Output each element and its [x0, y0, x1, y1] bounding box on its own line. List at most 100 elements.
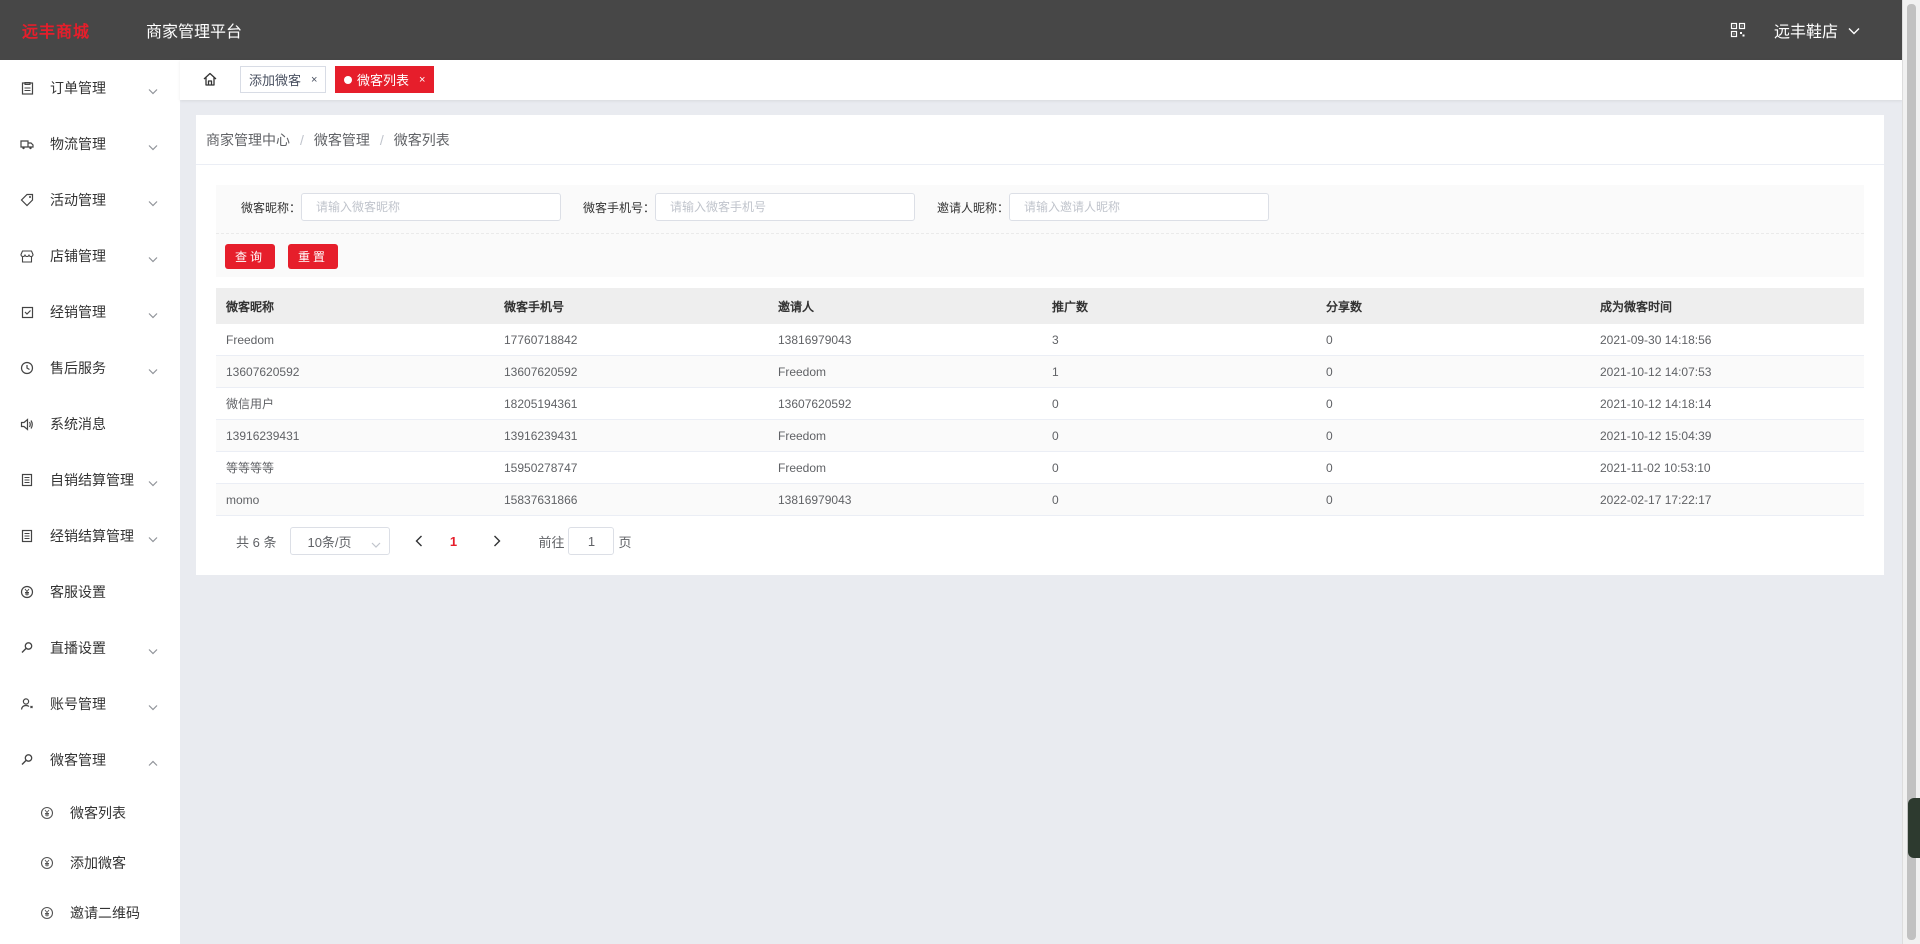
- sidebar-item-label: 账号管理: [50, 696, 106, 712]
- table-row[interactable]: 等等等等 15950278747 Freedom 0 0 2021-11-02 10:53…: [216, 452, 1864, 484]
- currency-icon: [40, 856, 54, 870]
- side-widget[interactable]: [1908, 798, 1920, 858]
- page-size-value: 10条/页: [307, 534, 352, 550]
- table-row[interactable]: momo 15837631866 13816979043 0 0 2022-02-17 1…: [216, 484, 1864, 516]
- sidebar-item[interactable]: 客服设置: [0, 564, 180, 620]
- column-header: 微客手机号: [504, 299, 565, 314]
- table-cell: 等等等等: [226, 461, 275, 475]
- page-scrollbar[interactable]: [1902, 0, 1920, 944]
- sidebar-subitem[interactable]: 邀请二维码: [0, 888, 180, 938]
- table-cell: Freedom: [778, 364, 827, 379]
- sidebar-subitem-label: 邀请二维码: [70, 905, 140, 921]
- table-cell: 2022-02-17 17:22:17: [1600, 492, 1712, 507]
- breadcrumb-separator: /: [300, 131, 304, 148]
- table-cell: 0: [1326, 492, 1333, 507]
- table-cell: 0: [1326, 428, 1333, 443]
- next-page-button[interactable]: [482, 527, 512, 555]
- table-cell: 2021-11-02 10:53:10: [1600, 460, 1711, 475]
- sidebar-item[interactable]: 微客管理: [0, 732, 180, 788]
- chevron-up-icon: [148, 755, 158, 770]
- tab-weike-list[interactable]: 微客列表 ×: [335, 66, 435, 93]
- sidebar-subitem-label: 微客列表: [70, 805, 126, 821]
- store-name-dropdown[interactable]: 远丰鞋店: [1774, 18, 1838, 42]
- table-row[interactable]: 13607620592 13607620592 Freedom 1 0 2021-10-1…: [216, 356, 1864, 388]
- sidebar-subitem[interactable]: 添加微客: [0, 838, 180, 888]
- sidebar-item-label: 活动管理: [50, 192, 106, 208]
- table-cell: 2021-09-30 14:18:56: [1600, 332, 1712, 347]
- sidebar-item[interactable]: 活动管理: [0, 172, 180, 228]
- clipboard-icon: [20, 81, 34, 95]
- column-header: 成为微客时间: [1600, 299, 1673, 314]
- page-number[interactable]: 1: [438, 534, 468, 549]
- table-header: 微客昵称 微客手机号 邀请人 推广数 分享数 成为微客时间: [216, 288, 1864, 324]
- inviter-label: 邀请人昵称：: [936, 200, 1009, 215]
- chevron-down-icon: [148, 83, 158, 98]
- sidebar-item[interactable]: 系统消息: [0, 396, 180, 452]
- nickname-input[interactable]: [301, 193, 561, 221]
- weike-table: 微客昵称 微客手机号 邀请人 推广数 分享数 成为微客时间 Freedom 177…: [216, 288, 1864, 516]
- table-cell: 0: [1052, 460, 1059, 475]
- sidebar-item[interactable]: 店铺管理: [0, 228, 180, 284]
- breadcrumb-item[interactable]: 微客管理: [314, 130, 370, 150]
- qrcode-icon[interactable]: [1730, 22, 1746, 38]
- table-cell: Freedom: [226, 332, 275, 347]
- table-row[interactable]: 13916239431 13916239431 Freedom 0 0 2021-10-1…: [216, 420, 1864, 452]
- search-panel: 微客昵称： 微客手机号： 邀请人昵称： 查询 重置: [216, 185, 1864, 277]
- sidebar-item[interactable]: 经销结算管理: [0, 508, 180, 564]
- table-row[interactable]: 微信用户 18205194361 13607620592 0 0 2021-10-12 1…: [216, 388, 1864, 420]
- pagination-total: 共 6 条: [236, 534, 277, 550]
- table-cell: 13916239431: [504, 428, 578, 443]
- chevron-down-icon: [148, 139, 158, 154]
- sidebar-item[interactable]: 自销结算管理: [0, 452, 180, 508]
- column-header: 分享数: [1326, 299, 1363, 314]
- sidebar-item[interactable]: 售后服务: [0, 340, 180, 396]
- sidebar-item[interactable]: 经销管理: [0, 284, 180, 340]
- tab-add-weike[interactable]: 添加微客 ×: [240, 66, 327, 93]
- page-size-select[interactable]: 10条/页: [290, 527, 391, 555]
- table-cell: 13916239431: [226, 428, 300, 443]
- tag-icon: [20, 193, 34, 207]
- table-cell: 0: [1052, 492, 1059, 507]
- chevron-down-icon[interactable]: [1848, 23, 1860, 38]
- divider: [216, 233, 1864, 234]
- sidebar-item-label: 经销结算管理: [50, 528, 134, 544]
- sidebar-item[interactable]: 物流管理: [0, 116, 180, 172]
- ledger-icon: [20, 473, 34, 487]
- user-icon: [20, 697, 34, 711]
- nickname-label: 微客昵称：: [240, 200, 301, 215]
- sidebar-subitem[interactable]: 微客列表: [0, 788, 180, 838]
- inviter-input[interactable]: [1009, 193, 1269, 221]
- chevron-down-icon: [148, 251, 158, 266]
- table-cell: 17760718842: [504, 332, 578, 347]
- breadcrumb-item: 微客列表: [393, 131, 450, 148]
- column-header: 推广数: [1052, 299, 1089, 314]
- reset-button[interactable]: 重置: [288, 244, 338, 269]
- brand-logo[interactable]: 远丰商城: [22, 18, 122, 42]
- sidebar-item-label: 直播设置: [50, 640, 106, 656]
- tab-label: 添加微客: [249, 73, 302, 88]
- table-cell: 2021-10-12 14:18:14: [1600, 396, 1712, 411]
- home-icon[interactable]: [198, 67, 222, 91]
- prev-page-button[interactable]: [404, 527, 434, 555]
- table-cell: 18205194361: [504, 396, 578, 411]
- phone-input[interactable]: [655, 193, 915, 221]
- sidebar-subitem-label: 添加微客: [70, 855, 126, 871]
- table-cell: 15950278747: [504, 460, 578, 475]
- speaker-icon: [20, 417, 34, 431]
- table-cell: 0: [1326, 396, 1333, 411]
- query-button[interactable]: 查询: [225, 244, 275, 269]
- sidebar-item-label: 客服设置: [50, 584, 106, 600]
- sidebar-item[interactable]: 直播设置: [0, 620, 180, 676]
- table-row[interactable]: Freedom 17760718842 13816979043 3 0 2021-09-3…: [216, 324, 1864, 356]
- sidebar-item-label: 订单管理: [50, 80, 106, 96]
- close-icon[interactable]: ×: [419, 74, 425, 86]
- goto-page-input[interactable]: [568, 527, 615, 555]
- chevron-down-icon: [148, 643, 158, 658]
- close-icon[interactable]: ×: [311, 74, 317, 86]
- breadcrumb-item[interactable]: 商家管理中心: [206, 130, 290, 150]
- sidebar-item[interactable]: 账号管理: [0, 676, 180, 732]
- sidebar-item[interactable]: 订单管理: [0, 60, 180, 116]
- chevron-down-icon: [148, 307, 158, 322]
- chevron-down-icon: [148, 699, 158, 714]
- search-fields: 微客昵称： 微客手机号： 邀请人昵称：: [216, 193, 1269, 221]
